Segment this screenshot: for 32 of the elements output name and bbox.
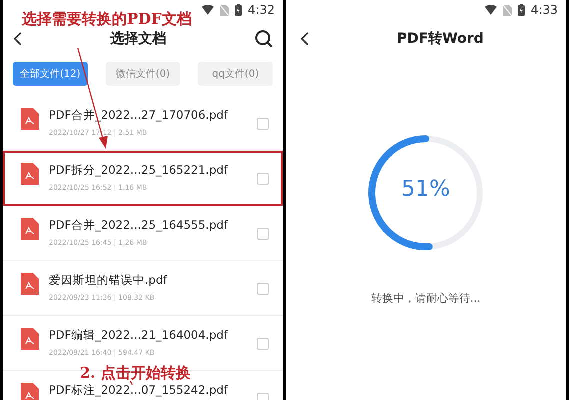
back-icon[interactable] xyxy=(300,32,309,46)
checkbox[interactable] xyxy=(257,338,269,350)
checkbox[interactable] xyxy=(257,228,269,240)
no-sim-icon xyxy=(220,4,230,16)
file-name: PDF拆分_2022...25_165221.pdf xyxy=(49,163,230,178)
file-name: PDF标注_2022...07_155242.pdf xyxy=(49,383,230,398)
screen-title: 选择文档 xyxy=(110,30,166,48)
pdf-file-icon xyxy=(21,108,39,130)
screen-title: PDF转Word xyxy=(397,30,484,48)
status-message: 转换中，请耐心等待... xyxy=(371,291,481,306)
no-sim-icon xyxy=(503,4,512,16)
search-icon[interactable] xyxy=(255,30,273,48)
pdf-file-icon xyxy=(21,273,39,295)
leader-line xyxy=(130,381,134,385)
progress-percent: 51% xyxy=(400,177,452,202)
pdf-file-icon xyxy=(21,218,39,240)
file-name: 爱因斯坦的错误中.pdf xyxy=(49,273,168,288)
checkbox[interactable] xyxy=(257,173,269,185)
file-name: PDF编辑_2022...21_164004.pdf xyxy=(49,328,230,343)
wifi-icon xyxy=(202,5,214,15)
pdf-file-icon xyxy=(21,163,39,185)
file-name: PDF合并_2022...25_164555.pdf xyxy=(49,218,230,233)
battery-icon xyxy=(235,4,242,16)
pdf-file-icon xyxy=(21,328,39,350)
wifi-icon xyxy=(485,5,498,15)
checkbox[interactable] xyxy=(257,118,269,130)
status-time: 4:33 xyxy=(531,3,558,17)
back-icon[interactable] xyxy=(13,32,22,46)
checkbox[interactable] xyxy=(257,283,269,295)
status-time: 4:32 xyxy=(248,3,275,17)
battery-icon xyxy=(518,4,526,16)
annotation-text: 选择需要转换的PDF文档 xyxy=(22,10,192,29)
